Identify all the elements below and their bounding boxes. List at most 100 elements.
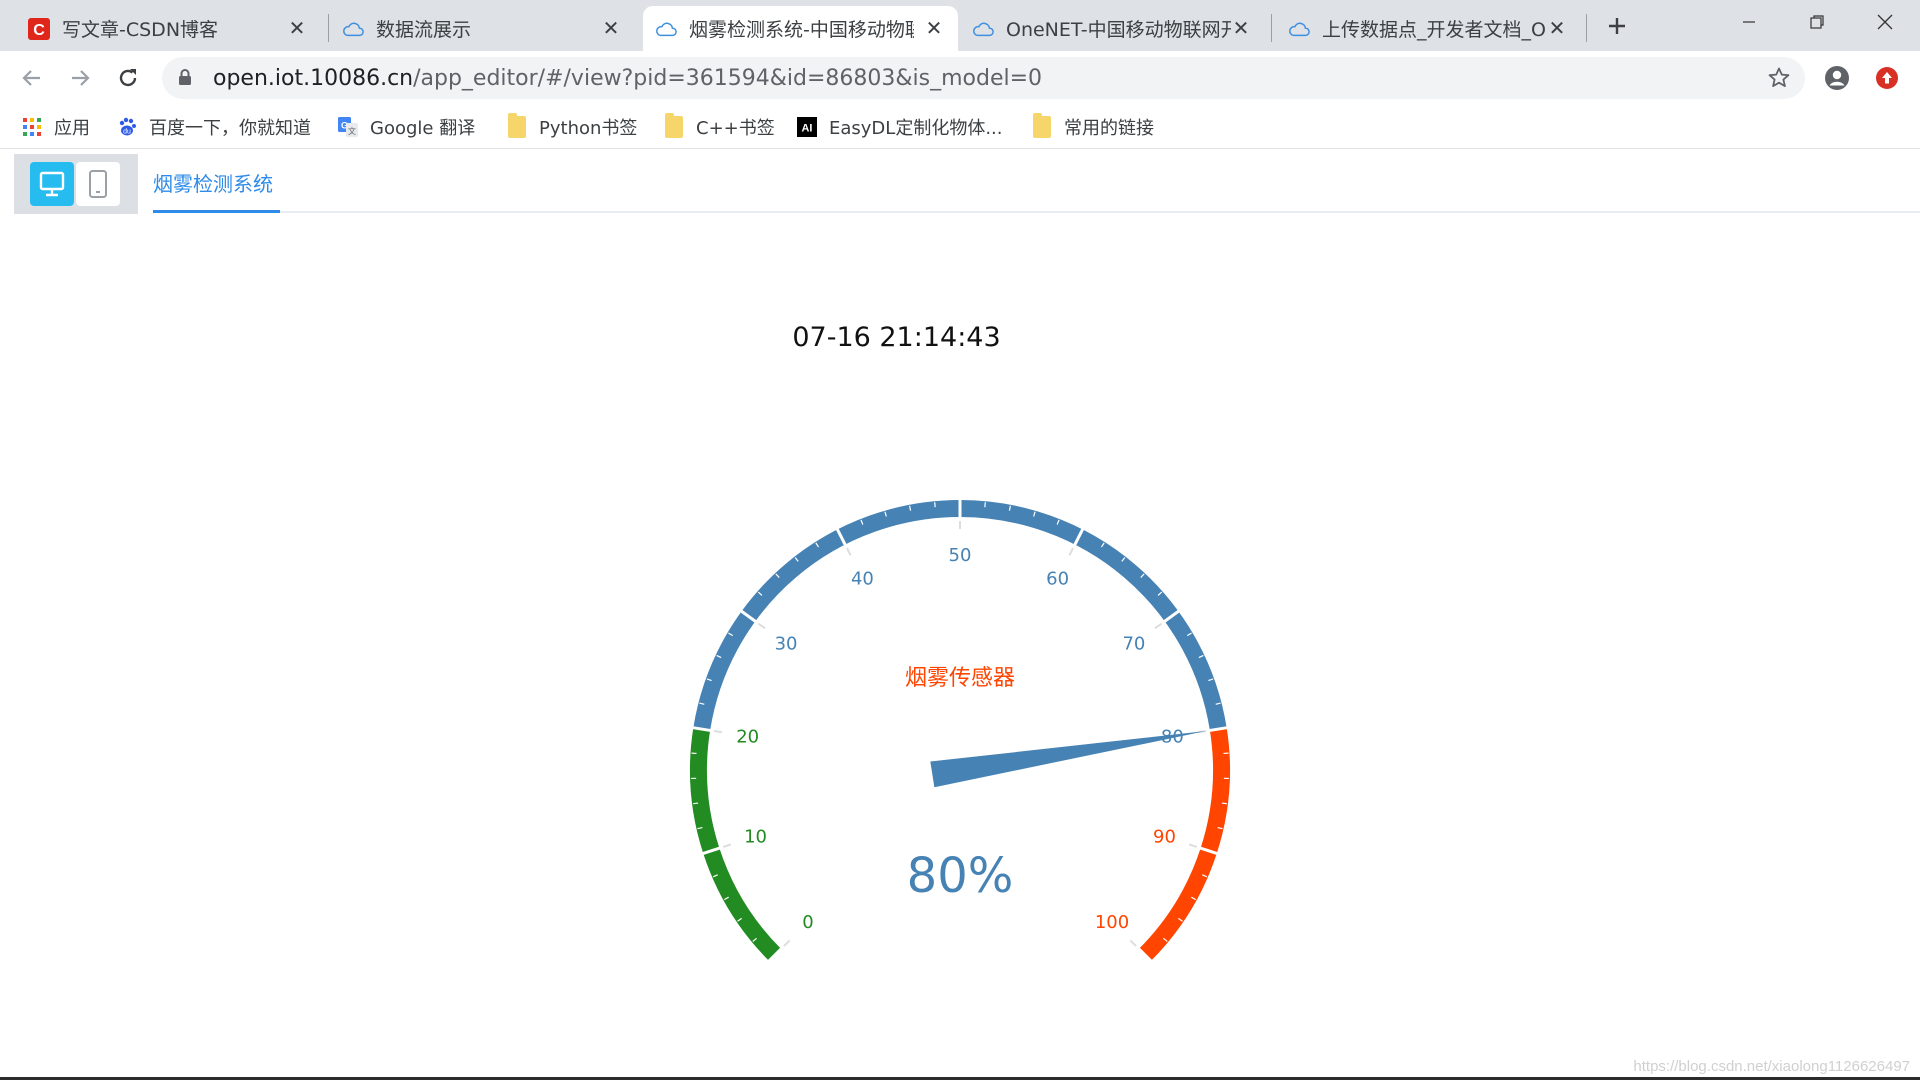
gauge-tick-mark <box>846 547 852 556</box>
gauge-minor-tick <box>1221 802 1227 805</box>
close-window-button[interactable] <box>1850 0 1920 44</box>
bookmark-easydl[interactable]: AI EasyDL定制化物体... <box>797 112 1003 142</box>
tab-title: 上传数据点_开发者文档_On <box>1322 19 1547 41</box>
google-translate-icon: G文 <box>338 117 358 137</box>
profile-button[interactable] <box>1822 63 1852 93</box>
bookmark-google-translate[interactable]: G文 Google 翻译 <box>338 112 475 142</box>
gauge-tick-label: 90 <box>1153 826 1176 847</box>
tab-separator <box>1586 14 1587 42</box>
svg-text:AI: AI <box>802 123 813 135</box>
gauge-tick-mark <box>1188 843 1198 848</box>
reload-button[interactable] <box>110 60 146 96</box>
browser-tab-smoke-system[interactable]: 烟雾检测系统-中国移动物联 ✕ <box>643 6 958 51</box>
new-tab-button[interactable] <box>1599 10 1635 42</box>
plus-icon <box>1609 18 1625 34</box>
browser-tab-data-stream[interactable]: 数据流展示 ✕ <box>330 6 635 51</box>
url-path: /app_editor/#/view?pid=361594&id=86803&i… <box>413 66 1043 91</box>
gauge-tick-label: 100 <box>1095 912 1129 933</box>
minimize-button[interactable] <box>1714 0 1784 44</box>
tab-separator <box>1271 14 1272 42</box>
baidu-paw-icon: du <box>117 117 137 137</box>
url-text: open.iot.10086.cn/app_editor/#/view?pid=… <box>213 66 1042 91</box>
tab-title: 数据流展示 <box>376 19 472 41</box>
browser-tab-csdn[interactable]: C 写文章-CSDN博客 ✕ <box>16 6 321 51</box>
close-icon[interactable]: ✕ <box>1229 16 1253 40</box>
tab-smoke-detection[interactable]: 烟雾检测系统 <box>153 168 273 197</box>
close-icon[interactable]: ✕ <box>1545 16 1569 40</box>
close-icon[interactable]: ✕ <box>285 16 309 40</box>
cloud-icon <box>972 18 994 40</box>
gauge-band <box>693 500 1227 731</box>
minimize-icon <box>1743 21 1755 23</box>
bookmark-label: Google 翻译 <box>370 118 476 139</box>
bookmark-folder-cpp[interactable]: C++书签 <box>664 112 775 142</box>
restore-button[interactable] <box>1782 0 1852 44</box>
account-icon <box>1825 66 1849 90</box>
csdn-watermark: https://blog.csdn.net/xiaolong1126626497 <box>1633 1058 1910 1075</box>
gauge-value: 80% <box>907 848 1014 904</box>
bookmark-star-icon[interactable] <box>1767 66 1791 94</box>
bookmark-label: EasyDL定制化物体... <box>829 118 1003 139</box>
folder-icon <box>1032 113 1052 138</box>
bookmarks-bar: 应用 du 百度一下，你就知道 G文 Google 翻译 Python书签 C+… <box>0 105 1920 149</box>
close-icon[interactable]: ✕ <box>922 16 946 40</box>
restore-icon <box>1810 15 1824 29</box>
tab-title: 写文章-CSDN博客 <box>62 19 219 41</box>
url-host: open.iot.10086.cn <box>213 66 414 91</box>
update-arrow-icon <box>1876 67 1898 89</box>
browser-toolbar: open.iot.10086.cn/app_editor/#/view?pid=… <box>0 51 1920 105</box>
gauge-tick-mark <box>1154 622 1163 630</box>
view-mode-switch <box>14 154 138 214</box>
bookmark-label: 百度一下，你就知道 <box>149 118 311 139</box>
tab-title: 烟雾检测系统-中国移动物联 <box>689 19 914 41</box>
lock-icon <box>178 68 192 90</box>
gauge-tick-mark <box>1068 547 1074 556</box>
gauge-tick-mark <box>722 843 732 848</box>
cloud-icon <box>342 18 364 40</box>
gauge-tick-label: 50 <box>949 545 972 566</box>
close-icon[interactable]: ✕ <box>599 16 623 40</box>
reload-icon <box>119 69 137 87</box>
svg-text:du: du <box>123 129 131 136</box>
arrow-left-icon <box>22 70 40 86</box>
desktop-view-button[interactable] <box>30 162 74 206</box>
gauge-tick-label: 30 <box>775 634 798 655</box>
phone-icon <box>89 170 107 198</box>
gauge-title: 烟雾传感器 <box>905 666 1015 691</box>
cloud-icon <box>655 18 677 40</box>
bookmark-label: Python书签 <box>539 118 638 139</box>
tab-bar-divider <box>153 211 1920 213</box>
gauge-tick-mark <box>1129 939 1137 947</box>
gauge-tick-label: 20 <box>736 726 759 747</box>
gauge-tick-label: 10 <box>744 826 767 847</box>
gauge-tick-mark <box>713 730 723 734</box>
gauge-tick-label: 40 <box>851 568 874 589</box>
address-bar[interactable]: open.iot.10086.cn/app_editor/#/view?pid=… <box>162 57 1805 99</box>
gauge-tick-mark <box>757 622 766 630</box>
tab-separator <box>328 14 329 42</box>
bookmark-label: 常用的链接 <box>1064 118 1154 139</box>
tab-title: OneNET-中国移动物联网开 <box>1006 19 1231 41</box>
csdn-logo-icon: C <box>28 17 50 40</box>
browser-tab-onenet[interactable]: OneNET-中国移动物联网开 ✕ <box>960 6 1265 51</box>
app-header: 烟雾检测系统 <box>0 150 1920 214</box>
bookmark-folder-links[interactable]: 常用的链接 <box>1032 112 1154 142</box>
back-button[interactable] <box>14 60 50 96</box>
monitor-icon <box>39 171 65 197</box>
bookmark-folder-python[interactable]: Python书签 <box>507 112 637 142</box>
gauge-tick-mark <box>783 939 791 947</box>
ai-logo-icon: AI <box>797 117 817 137</box>
folder-icon <box>507 113 527 138</box>
svg-text:文: 文 <box>348 126 356 136</box>
browser-tab-upload-docs[interactable]: 上传数据点_开发者文档_On ✕ <box>1276 6 1581 51</box>
apps-grid-icon <box>22 117 42 137</box>
bookmark-baidu[interactable]: du 百度一下，你就知道 <box>117 112 311 142</box>
gauge-minor-tick <box>693 802 699 805</box>
mobile-view-button[interactable] <box>76 162 120 206</box>
close-icon <box>1877 14 1893 30</box>
bookmark-apps[interactable]: 应用 <box>22 112 90 142</box>
folder-icon <box>664 113 684 138</box>
forward-button[interactable] <box>62 60 98 96</box>
update-button[interactable] <box>1872 63 1902 93</box>
bookmark-label: 应用 <box>54 118 90 139</box>
